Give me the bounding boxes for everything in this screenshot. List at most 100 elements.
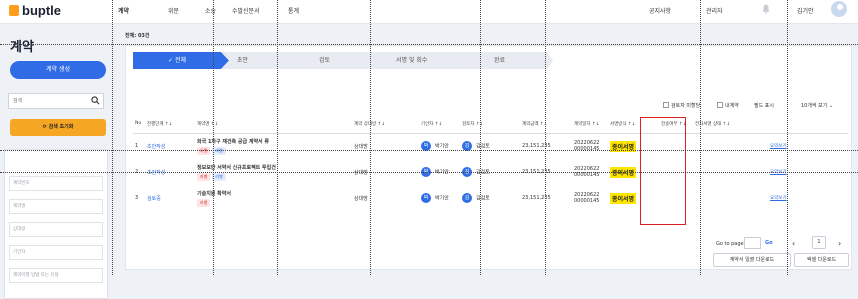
tab-done-label[interactable]: 완료	[494, 52, 505, 69]
goto-label: Go to page	[716, 241, 744, 247]
label-chip: 라벨	[197, 198, 211, 207]
excel-download-button[interactable]: 엑셀 다운로드	[794, 253, 849, 267]
row-title[interactable]: 화국 1차구 재건축 공급 계약서 류 라벨 라벨	[195, 133, 352, 159]
tab-review[interactable]	[303, 52, 393, 69]
row-no: 3	[135, 195, 139, 201]
filter-method[interactable]: 계약이행 방법 또는 유형	[9, 268, 103, 283]
row-date: 20220622 00000145	[574, 192, 600, 204]
filter-contract-name[interactable]: 계약명	[9, 199, 103, 214]
bulk-download-button[interactable]: 계약서 일괄 다운로드	[713, 253, 791, 267]
logo-icon	[9, 5, 19, 16]
col-no[interactable]: No	[133, 115, 145, 134]
row-no: 1	[135, 143, 139, 150]
next-page-icon[interactable]: ›	[838, 239, 841, 248]
checkbox[interactable]	[717, 102, 723, 108]
nav-documents[interactable]: 수발신문서	[232, 6, 260, 15]
row-status: 검토중	[147, 195, 161, 202]
tab-draft[interactable]	[221, 52, 311, 69]
current-page[interactable]: 1	[812, 236, 826, 249]
row-action[interactable]: 요약보기	[768, 133, 848, 159]
col-party[interactable]: 계약 상대방 ↑↓	[352, 115, 419, 134]
row-esign-status	[693, 185, 768, 211]
step-tabs	[133, 52, 553, 69]
col-date[interactable]: 계약일자 ↑↓	[572, 115, 608, 134]
reset-search-button[interactable]: ⟳ 검색 초기화	[10, 119, 106, 136]
user-name[interactable]: 김기안	[797, 6, 814, 15]
drafter-avatar: 박	[421, 193, 431, 203]
summary-link[interactable]: 요약보기	[770, 196, 787, 201]
summary-link[interactable]: 요약보기	[770, 144, 787, 149]
checkbox[interactable]	[663, 102, 669, 108]
row-reviewer: 김 김검토	[460, 185, 520, 211]
col-drafter[interactable]: 기안자 ↑↓	[419, 115, 460, 134]
col-amount[interactable]: 계약금액 ↑↓	[520, 115, 572, 134]
option-fields[interactable]: 필드 표시	[754, 102, 774, 109]
nav-contract[interactable]: 계약	[118, 6, 129, 15]
total-count: 전체: 03건	[125, 33, 150, 39]
tab-review-label[interactable]: 검토	[319, 52, 330, 69]
contract-card: ✓ 전체 초안 검토 서명 및 회수 완료 검토자 미할당 내계약 필드 표시 …	[125, 45, 852, 270]
col-esign-status[interactable]: 전자서명 상태 ↑↓	[693, 115, 768, 134]
col-action	[768, 115, 848, 134]
row-drafter: 박 박기안	[419, 185, 460, 211]
row-esign-status	[693, 133, 768, 159]
highlight-box	[640, 117, 686, 225]
guide-line	[112, 0, 113, 275]
go-button[interactable]: Go	[765, 240, 773, 246]
prev-page-icon[interactable]: ‹	[792, 239, 795, 248]
guide-line	[700, 0, 701, 275]
row-reviewer: 김 김검토	[460, 133, 520, 159]
row-party: 상대방	[354, 195, 368, 202]
table-row[interactable]: 3 검토중 기술지원 확약서 라벨 상대방 박 박기안 김 김검토 23,151,23…	[133, 185, 848, 211]
col-status[interactable]: 진행단계 ↑↓	[145, 115, 195, 134]
row-amount: 23,151,235	[522, 143, 551, 150]
contract-table: No 진행단계 ↑↓ 계약명 ↑↓ 계약 상대방 ↑↓ 기안자 ↑↓ 검토자 ↑…	[133, 115, 848, 211]
col-reviewer[interactable]: 검토자 ↑↓	[460, 115, 520, 134]
label-chip: 라벨	[197, 172, 211, 181]
per-page-select[interactable]: 10개씩 보기 ⌄	[801, 102, 833, 109]
filter-party[interactable]: 상대방	[9, 222, 103, 237]
guide-line	[0, 150, 858, 151]
sign-badge: 종이서명	[610, 192, 637, 204]
guide-line	[480, 0, 481, 275]
table-row[interactable]: 1 초안작성 화국 1차구 재건축 공급 계약서 류 라벨 라벨 상대방 박 박기안 …	[133, 133, 848, 159]
guide-line	[213, 0, 214, 275]
top-bar: buptle 계약 위문 소송 수발신문서 통계 공지사항 관리자 김기안	[0, 0, 858, 24]
nav-consult[interactable]: 위문	[168, 6, 179, 15]
nav-lawsuit[interactable]: 소송	[205, 6, 216, 15]
row-title[interactable]: 기술지원 확약서 라벨	[195, 185, 352, 211]
guide-line	[545, 0, 546, 275]
guide-line	[0, 172, 858, 173]
reviewer-avatar: 김	[462, 193, 472, 203]
label-chip: 라벨	[212, 172, 226, 181]
col-title[interactable]: 계약명 ↑↓	[195, 115, 352, 134]
page-title: 계약	[10, 40, 34, 55]
search-icon[interactable]	[91, 96, 100, 105]
avatar[interactable]	[830, 0, 848, 18]
row-party: 상대방	[354, 143, 368, 150]
tab-draft-label[interactable]: 초안	[237, 52, 248, 69]
tab-all-label[interactable]: ✓ 전체	[168, 52, 186, 69]
row-action[interactable]: 요약보기	[768, 185, 848, 211]
tab-sign-label[interactable]: 서명 및 회수	[396, 52, 427, 69]
notice-link[interactable]: 공지사항	[649, 6, 671, 15]
guide-line	[370, 0, 371, 275]
row-date: 20220622 00000145	[574, 140, 600, 153]
filter-drafter[interactable]: 기안자	[9, 245, 103, 260]
bell-icon[interactable]	[762, 4, 770, 14]
table-header: No 진행단계 ↑↓ 계약명 ↑↓ 계약 상대방 ↑↓ 기안자 ↑↓ 검토자 ↑…	[133, 115, 848, 134]
guide-line	[277, 0, 278, 275]
option-mine[interactable]: 내계약	[717, 102, 739, 109]
option-review[interactable]: 검토자 미할당	[663, 102, 700, 109]
filter-contract-no[interactable]: 계약번호	[9, 176, 103, 191]
logo[interactable]: buptle	[9, 3, 61, 18]
row-status: 초안작성	[147, 143, 166, 150]
guide-line	[0, 44, 858, 45]
guide-line	[787, 0, 788, 275]
search-input[interactable]: 검색	[8, 93, 104, 109]
goto-page-input[interactable]	[744, 237, 761, 249]
admin-link[interactable]: 관리자	[706, 6, 723, 15]
create-contract-button[interactable]: 계약 생성	[10, 61, 106, 79]
nav-stats[interactable]: 통계	[288, 6, 299, 15]
row-drafter: 박 박기안	[419, 133, 460, 159]
